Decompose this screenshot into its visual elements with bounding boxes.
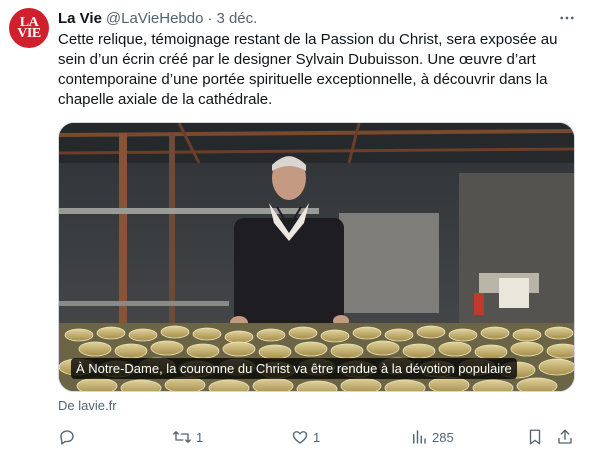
retweet-icon — [173, 431, 191, 443]
header-separator: · — [207, 9, 213, 27]
share-button[interactable] — [556, 424, 574, 450]
views-icon — [413, 430, 426, 444]
views-button[interactable]: 285 — [410, 424, 454, 450]
author-name[interactable]: La Vie — [58, 10, 102, 27]
action-bar: 1 1 285 — [58, 424, 578, 450]
retweet-button[interactable]: 1 — [172, 424, 203, 450]
card-caption: À Notre-Dame, la couronne du Christ va ê… — [71, 358, 517, 379]
reply-icon — [60, 430, 74, 445]
tweet-text: Cette relique, témoignage restant de la … — [58, 31, 558, 108]
card-photo — [59, 123, 574, 391]
like-count: 1 — [313, 429, 321, 445]
bookmark-button[interactable] — [526, 424, 544, 450]
tweet-timestamp[interactable]: 3 déc. — [216, 10, 257, 27]
avatar-logo-text: LA VIE — [17, 15, 41, 41]
like-button[interactable]: 1 — [291, 424, 320, 450]
card-source-link[interactable]: De lavie.fr — [58, 398, 117, 413]
author-handle[interactable]: @LaVieHebdo — [106, 10, 204, 27]
link-card-media[interactable]: À Notre-Dame, la couronne du Christ va ê… — [58, 122, 575, 392]
share-icon — [558, 429, 572, 444]
more-options-button[interactable] — [557, 8, 577, 28]
avatar[interactable]: LA VIE — [9, 8, 49, 48]
heart-icon — [292, 431, 308, 444]
views-count: 285 — [432, 429, 454, 445]
more-icon — [560, 16, 574, 20]
reply-button[interactable] — [58, 424, 80, 450]
bookmark-icon — [529, 429, 541, 445]
retweet-count: 1 — [196, 429, 204, 445]
tweet-header: La Vie @LaVieHebdo · 3 déc. — [58, 8, 257, 28]
